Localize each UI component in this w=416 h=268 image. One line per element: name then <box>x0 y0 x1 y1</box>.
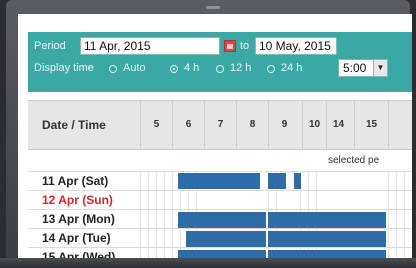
option-12h-label: 12 h <box>230 62 252 74</box>
schedule-bar[interactable] <box>178 212 266 228</box>
display-time-label: Display time <box>34 62 94 74</box>
radio-auto[interactable] <box>109 65 117 73</box>
option-auto-label: Auto <box>123 62 146 74</box>
monitor-bottom-bezel <box>0 258 416 268</box>
hour-header: 7 <box>204 101 236 149</box>
option-4h-label: 4 h <box>184 62 200 74</box>
radio-4h[interactable] <box>170 65 178 73</box>
row-divider <box>28 209 412 210</box>
date-time-header: Date / Time <box>42 118 106 132</box>
hour-header: 10 <box>302 101 326 149</box>
chevron-down-icon[interactable]: ▼ <box>373 60 387 76</box>
schedule-bar[interactable] <box>178 173 260 189</box>
hour-header-empty <box>388 101 412 149</box>
grid-line <box>148 171 149 268</box>
end-date-input[interactable]: 10 May, 2015 <box>255 37 337 55</box>
screen: Period 11 Apr, 2015 to 10 May, 2015 Disp… <box>18 14 412 268</box>
filter-toolbar: Period 11 Apr, 2015 to 10 May, 2015 Disp… <box>28 32 412 92</box>
hour-header: 6 <box>172 101 204 149</box>
selected-period-text: selected pe <box>328 155 380 166</box>
selection-row: selected pe <box>28 152 412 170</box>
grid-line <box>140 171 141 268</box>
calendar-icon[interactable] <box>224 40 236 52</box>
schedule-bar[interactable] <box>268 231 386 247</box>
grid-line <box>172 171 173 268</box>
day-label: 12 Apr (Sun) <box>42 193 113 207</box>
schedule-bar[interactable] <box>186 231 266 247</box>
start-date-input[interactable]: 11 Apr, 2015 <box>80 37 220 55</box>
day-label: 14 Apr (Tue) <box>42 231 111 245</box>
grid-line <box>164 171 165 268</box>
table-header: Date / Time 5 6 7 8 9 10 14 15 <box>28 100 412 150</box>
camera-notch <box>206 6 220 9</box>
grid-line <box>388 171 389 268</box>
schedule-bar[interactable] <box>268 212 386 228</box>
day-label: 13 Apr (Mon) <box>42 212 115 226</box>
grid-line <box>404 171 405 268</box>
radio-12h[interactable] <box>216 65 224 73</box>
option-24h-label: 24 h <box>281 62 303 74</box>
row-divider <box>28 228 412 229</box>
grid-line <box>396 171 397 268</box>
time-select[interactable]: 5:00 ▼ <box>338 59 388 77</box>
row-divider <box>28 190 412 191</box>
day-label: 11 Apr (Sat) <box>42 174 109 188</box>
radio-24h[interactable] <box>267 65 275 73</box>
schedule-grid: 11 Apr (Sat) 12 Apr (Sun) 13 Apr (Mon) 1… <box>28 171 412 268</box>
schedule-bar[interactable] <box>268 173 286 189</box>
hour-header: 14 <box>326 101 350 149</box>
to-label: to <box>240 40 250 52</box>
hour-header: 8 <box>236 101 268 149</box>
grid-line <box>156 171 157 268</box>
time-select-value: 5:00 <box>343 61 367 75</box>
hour-header: 15 <box>354 101 388 149</box>
row-divider <box>28 171 412 172</box>
hour-header: 5 <box>140 101 172 149</box>
row-divider <box>28 247 412 248</box>
schedule-bar[interactable] <box>294 173 301 189</box>
hour-header: 9 <box>268 101 300 149</box>
period-label: Period <box>34 40 66 52</box>
